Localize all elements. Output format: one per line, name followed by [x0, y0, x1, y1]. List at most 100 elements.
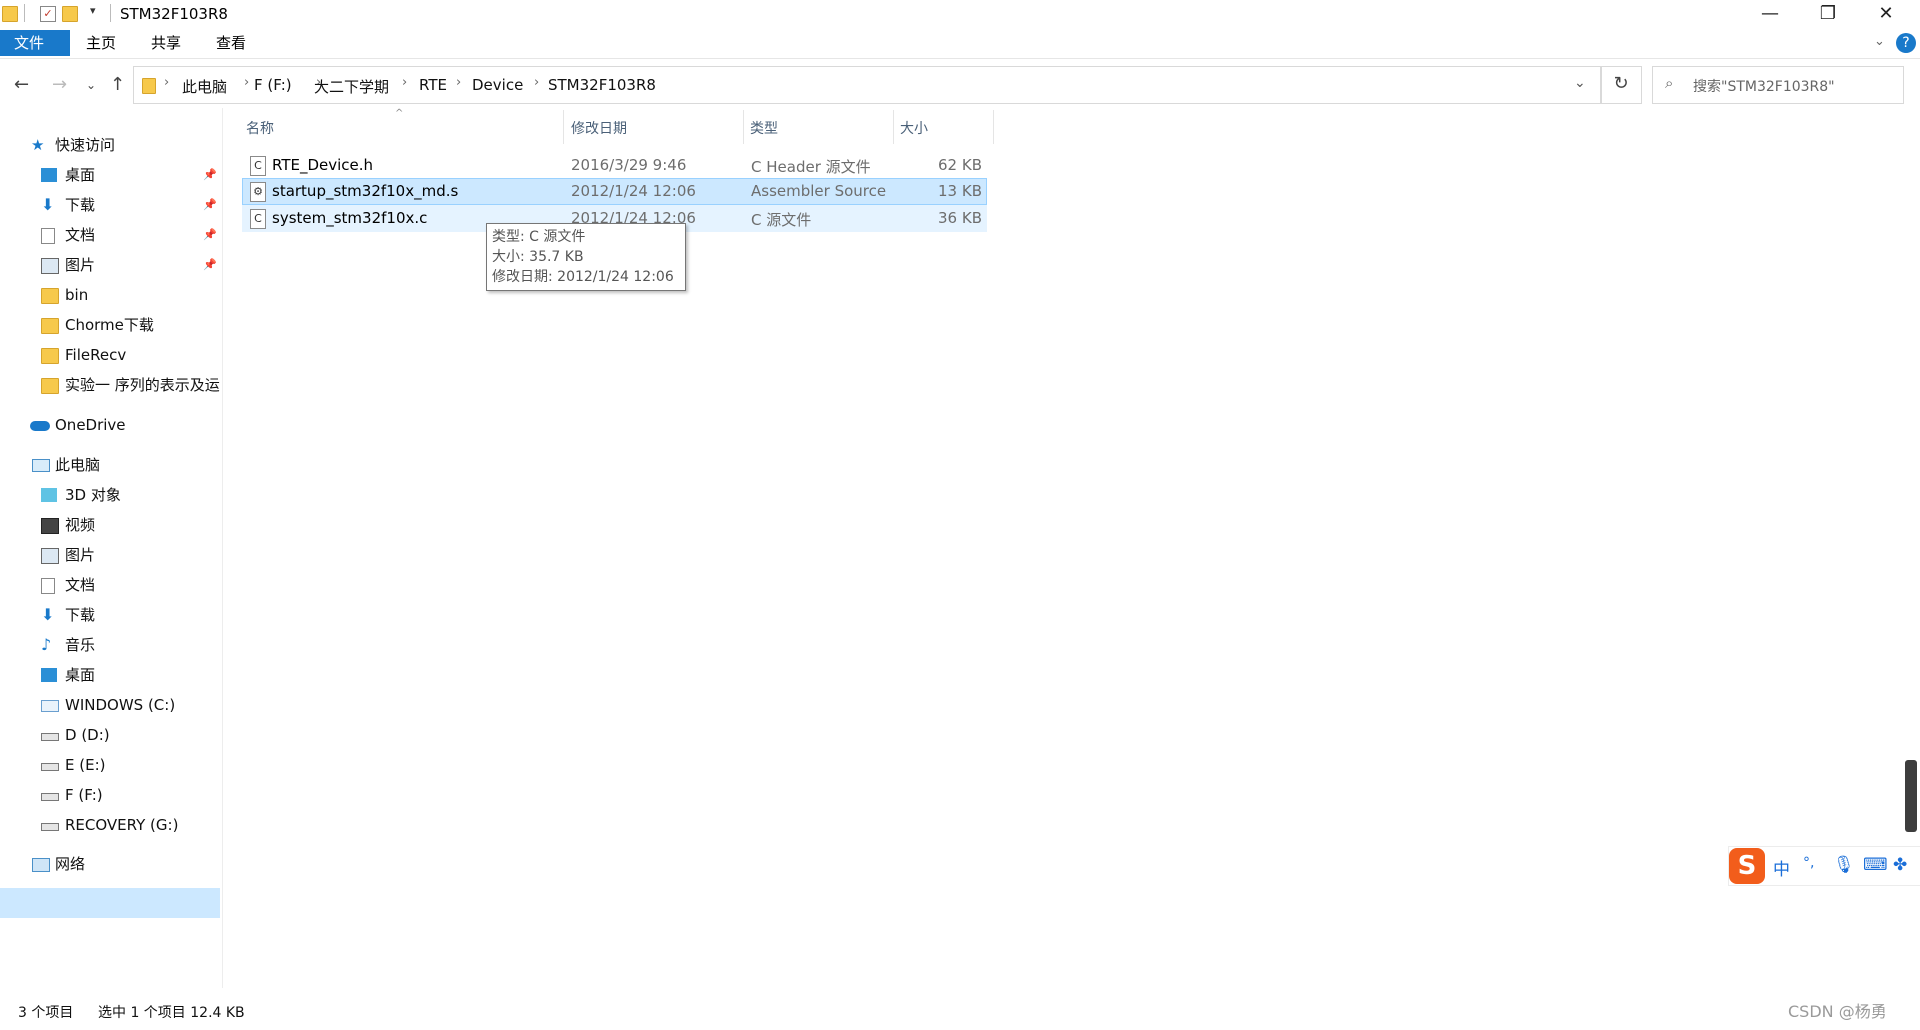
- side-handle[interactable]: [1905, 760, 1917, 832]
- nav-item-pictures[interactable]: 图片: [41, 251, 95, 279]
- nav-label: 此电脑: [55, 456, 101, 474]
- desktop-icon: [41, 668, 57, 682]
- breadcrumb-drive-f[interactable]: F (F:): [254, 76, 292, 94]
- chevron-right-icon[interactable]: ›: [402, 75, 407, 90]
- nav-label: RECOVERY (G:): [65, 816, 179, 834]
- keyboard-icon[interactable]: ⌨: [1863, 855, 1888, 875]
- maximize-button[interactable]: ❐: [1799, 0, 1857, 30]
- nav-item-documents-pc[interactable]: 文档: [41, 571, 96, 599]
- nav-label: 网络: [55, 855, 86, 873]
- breadcrumb-rte[interactable]: RTE: [419, 76, 447, 94]
- nav-item-videos[interactable]: 视频: [41, 511, 95, 539]
- recent-locations-icon[interactable]: ⌄: [86, 78, 96, 92]
- ime-toolbar[interactable]: S 中 °, 🎙 ⌨ ✤: [1728, 846, 1920, 886]
- chevron-right-icon[interactable]: ›: [164, 75, 169, 90]
- address-bar[interactable]: › 此电脑 › F (F:) › 大二下学期 › RTE › Device › …: [133, 66, 1602, 104]
- minimize-button[interactable]: —: [1741, 0, 1799, 30]
- nav-item-filerecv[interactable]: FileRecv: [41, 341, 127, 369]
- nav-item-3d-objects[interactable]: 3D 对象: [41, 481, 121, 509]
- nav-label: 音乐: [65, 636, 96, 654]
- nav-item-downloads[interactable]: ⬇ 下载: [41, 191, 95, 219]
- tab-home[interactable]: 主页: [72, 30, 130, 56]
- properties-icon[interactable]: ✓: [40, 6, 56, 22]
- back-icon[interactable]: ←: [14, 74, 29, 95]
- nav-item-experiment[interactable]: 实验一 序列的表示及运: [65, 371, 220, 399]
- folder-icon: [41, 318, 59, 334]
- pictures-icon: [41, 258, 59, 274]
- column-header-modified[interactable]: 修改日期: [571, 118, 627, 138]
- chevron-right-icon[interactable]: ›: [456, 75, 461, 90]
- nav-onedrive[interactable]: OneDrive: [55, 411, 126, 439]
- refresh-button[interactable]: ↻: [1600, 66, 1642, 104]
- column-divider[interactable]: [993, 110, 994, 144]
- nav-item-desktop[interactable]: 桌面: [41, 161, 95, 189]
- nav-item-drive-g[interactable]: RECOVERY (G:): [41, 811, 179, 839]
- close-button[interactable]: ✕: [1857, 0, 1915, 30]
- forward-icon[interactable]: →: [52, 74, 67, 95]
- toolbox-icon[interactable]: ✤: [1893, 855, 1907, 875]
- nav-item-music[interactable]: ♪ 音乐: [41, 631, 96, 659]
- drive-icon: [41, 763, 59, 771]
- expand-ribbon-icon[interactable]: ⌄: [1874, 34, 1885, 49]
- document-icon: [41, 578, 55, 594]
- network-icon: [32, 858, 50, 872]
- pin-icon[interactable]: 📌: [203, 168, 217, 181]
- nav-item-pictures-pc[interactable]: 图片: [41, 541, 95, 569]
- column-divider[interactable]: [743, 110, 744, 144]
- breadcrumb-this-pc[interactable]: 此电脑: [182, 76, 227, 97]
- watermark: CSDN @杨勇: [1788, 1002, 1887, 1021]
- ime-punctuation-toggle[interactable]: °,: [1803, 855, 1814, 871]
- selection-info: 选中 1 个项目 12.4 KB: [98, 1005, 245, 1021]
- nav-item-documents[interactable]: 文档: [41, 221, 95, 249]
- breadcrumb-folder[interactable]: 大二下学期: [314, 76, 389, 97]
- pin-icon[interactable]: 📌: [203, 228, 217, 241]
- chevron-right-icon[interactable]: ›: [244, 75, 249, 90]
- download-icon: ⬇: [41, 195, 55, 214]
- nav-item-desktop-pc[interactable]: 桌面: [41, 661, 95, 689]
- nav-network[interactable]: 网络: [55, 850, 85, 878]
- column-header-size[interactable]: 大小: [900, 118, 928, 138]
- tab-view[interactable]: 查看: [202, 30, 260, 56]
- nav-label: FileRecv: [65, 346, 127, 364]
- search-input[interactable]: ⌕ 搜索"STM32F103R8": [1652, 66, 1904, 104]
- help-icon[interactable]: ?: [1896, 33, 1916, 53]
- column-divider[interactable]: [563, 110, 564, 144]
- nav-item-drive-c[interactable]: WINDOWS (C:): [41, 691, 175, 719]
- nav-item-drive-d[interactable]: D (D:): [41, 721, 110, 749]
- column-divider[interactable]: [893, 110, 894, 144]
- breadcrumb-current[interactable]: STM32F103R8: [548, 76, 656, 94]
- nav-item-downloads-pc[interactable]: ⬇ 下载: [41, 601, 95, 629]
- nav-item-chorme-downloads[interactable]: Chorme下载: [41, 311, 154, 339]
- ime-language-toggle[interactable]: 中: [1773, 855, 1790, 880]
- new-folder-icon[interactable]: [62, 6, 78, 22]
- nav-item-drive-e[interactable]: E (E:): [41, 751, 105, 779]
- up-icon[interactable]: ↑: [110, 74, 125, 95]
- chevron-right-icon[interactable]: ›: [534, 75, 539, 90]
- file-row-selected[interactable]: ⚙ startup_stm32f10x_md.s 2012/1/24 12:06…: [242, 178, 987, 205]
- tab-file[interactable]: 文件: [0, 30, 70, 56]
- drive-icon: [41, 733, 59, 741]
- nav-quick-access[interactable]: ★ 快速访问: [31, 131, 115, 159]
- breadcrumb-device[interactable]: Device: [472, 76, 523, 94]
- pin-icon[interactable]: 📌: [203, 258, 217, 271]
- file-row[interactable]: C RTE_Device.h 2016/3/29 9:46 C Header 源…: [242, 152, 987, 179]
- nav-this-pc[interactable]: 此电脑: [55, 451, 100, 479]
- video-icon: [41, 518, 59, 534]
- computer-icon: [32, 459, 50, 472]
- desktop-icon: [41, 168, 57, 182]
- item-count: 3 个项目: [18, 1005, 74, 1021]
- tab-share[interactable]: 共享: [137, 30, 195, 56]
- microphone-icon[interactable]: 🎙: [1833, 855, 1855, 875]
- nav-item-drive-f[interactable]: F (F:): [41, 781, 103, 809]
- folder-icon: [41, 348, 59, 364]
- sogou-logo-icon[interactable]: S: [1729, 848, 1765, 884]
- tooltip-type: 类型: C 源文件: [492, 229, 586, 245]
- folder-icon: [41, 288, 59, 304]
- customize-toolbar-icon[interactable]: ▾: [90, 4, 96, 17]
- nav-item-bin[interactable]: bin: [41, 281, 88, 309]
- column-header-type[interactable]: 类型: [750, 118, 778, 138]
- nav-label: 文档: [65, 576, 96, 594]
- column-header-name[interactable]: 名称: [246, 118, 274, 138]
- pin-icon[interactable]: 📌: [203, 198, 217, 211]
- chevron-down-icon[interactable]: ⌄: [1574, 75, 1586, 91]
